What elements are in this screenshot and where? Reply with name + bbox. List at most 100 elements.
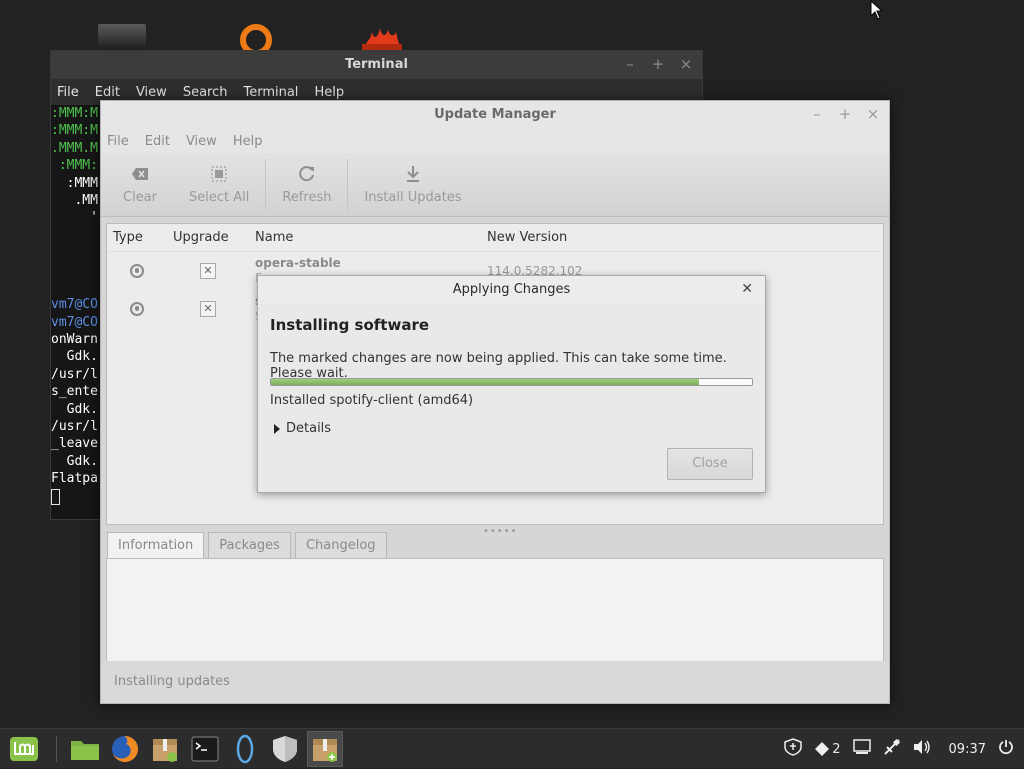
terminal-line: ' — [51, 210, 98, 226]
clear-label: Clear — [123, 190, 157, 205]
install-updates-button[interactable]: Install Updates — [348, 153, 477, 216]
terminal-line: _leave — [51, 436, 98, 452]
update-manager-minimize-icon[interactable]: – — [809, 105, 825, 123]
terminal-line: Gdk. — [51, 401, 98, 417]
upgrade-checkbox[interactable]: ✕ — [200, 301, 216, 317]
refresh-button[interactable]: Refresh — [266, 153, 347, 216]
terminal-line: :MMM: — [51, 158, 98, 174]
package-list-header: Type Upgrade Name New Version — [107, 224, 883, 252]
tab-changelog[interactable]: Changelog — [294, 532, 387, 558]
applying-changes-dialog[interactable]: Applying Changes ✕ Installing software T… — [257, 275, 766, 493]
terminal-menu-view[interactable]: View — [136, 85, 167, 100]
package-installer-icon[interactable] — [147, 731, 183, 767]
column-upgrade[interactable]: Upgrade — [167, 230, 249, 245]
terminal-close-icon[interactable]: × — [678, 55, 694, 73]
um-menu-edit[interactable]: Edit — [145, 134, 170, 149]
details-label: Details — [286, 421, 332, 436]
download-icon — [403, 164, 423, 184]
desktop-firewall-icon[interactable] — [358, 22, 406, 50]
dialog-heading: Installing software — [270, 316, 430, 334]
volume-icon[interactable] — [913, 739, 931, 759]
globe-icon — [130, 264, 144, 278]
upgrade-checkbox[interactable]: ✕ — [200, 263, 216, 279]
package-name: opera-stable — [255, 256, 341, 270]
terminal-menu-terminal[interactable]: Terminal — [243, 85, 298, 100]
terminal-titlebar[interactable]: Terminal – + × — [51, 51, 702, 79]
update-manager-icon[interactable] — [307, 730, 343, 767]
um-menu-help[interactable]: Help — [233, 134, 263, 149]
terminal-minimize-icon[interactable]: – — [622, 55, 638, 73]
terminal-line: :MMM:M — [51, 123, 98, 139]
progress-bar — [270, 378, 753, 386]
firewall-shield-icon[interactable] — [784, 738, 802, 760]
tab-packages[interactable]: Packages — [208, 532, 291, 558]
details-expander[interactable]: Details — [274, 421, 331, 436]
terminal-menu-edit[interactable]: Edit — [95, 85, 120, 100]
expander-arrow-icon — [274, 423, 280, 434]
terminal-maximize-icon[interactable]: + — [650, 55, 666, 73]
files-icon[interactable] — [67, 731, 103, 767]
status-bar: Installing updates — [101, 661, 889, 703]
clock[interactable]: 09:37 — [949, 742, 986, 757]
um-menu-view[interactable]: View — [186, 134, 217, 149]
terminal-line: vm7@CO — [51, 314, 98, 330]
tab-information[interactable]: Information — [107, 532, 205, 559]
refresh-label: Refresh — [282, 190, 332, 205]
um-menu-file[interactable]: File — [107, 134, 129, 149]
shield-icon[interactable] — [267, 731, 303, 767]
select-all-icon — [209, 164, 229, 184]
dialog-titlebar[interactable]: Applying Changes ✕ — [258, 276, 765, 304]
update-manager-close-icon[interactable]: × — [865, 105, 881, 123]
firefox-icon[interactable] — [107, 731, 143, 767]
dialog-close-icon[interactable]: ✕ — [741, 281, 753, 297]
terminal-line: Gdk. — [51, 453, 98, 469]
update-manager-maximize-icon[interactable]: + — [837, 105, 853, 123]
terminal-icon[interactable] — [187, 731, 223, 767]
select-all-button[interactable]: Select All — [173, 153, 265, 216]
clear-button[interactable]: Clear — [107, 153, 173, 216]
terminal-line: s_ente — [51, 384, 98, 400]
update-manager-titlebar[interactable]: Update Manager – + × — [101, 101, 889, 129]
update-count-badge: 2 — [832, 741, 841, 757]
display-icon[interactable] — [852, 739, 871, 759]
desktop-computer-icon[interactable] — [98, 24, 146, 50]
dialog-message: The marked changes are now being applied… — [270, 351, 727, 381]
terminal-line: .MM — [51, 192, 98, 208]
terminal-cursor — [51, 488, 60, 505]
taskbar: 2 09:37 — [0, 728, 1024, 768]
clear-icon — [130, 164, 150, 184]
refresh-icon — [297, 164, 317, 184]
terminal-title: Terminal — [345, 57, 408, 72]
globe-icon — [130, 302, 144, 316]
terminal-line: :MMM — [51, 175, 98, 191]
terminal-line: .MMM.M — [51, 140, 98, 156]
terminal-line: /usr/l — [51, 419, 98, 435]
pane-resize-handle[interactable]: ••••• — [483, 526, 518, 537]
column-type[interactable]: Type — [107, 230, 167, 245]
select-all-label: Select All — [189, 190, 250, 205]
update-notification-icon[interactable]: 2 — [814, 741, 841, 757]
network-icon[interactable] — [883, 738, 901, 760]
desktop-opera-icon[interactable] — [238, 22, 274, 56]
column-name[interactable]: Name — [249, 230, 481, 245]
install-updates-label: Install Updates — [364, 190, 462, 205]
progress-bar-fill — [271, 379, 700, 385]
terminal-line: onWarn — [51, 332, 98, 348]
opera-icon[interactable] — [227, 731, 263, 767]
terminal-line: :MMM:M — [51, 106, 98, 121]
terminal-output[interactable]: :MMM:M:MMM:M .MMM.M :MMM: :MMM .MM ' vm7@C… — [51, 105, 101, 505]
terminal-menu-file[interactable]: File — [57, 85, 79, 100]
column-new-version[interactable]: New Version — [481, 230, 567, 245]
power-icon[interactable] — [998, 739, 1014, 759]
mint-menu-icon[interactable] — [6, 731, 42, 767]
dialog-status: Installed spotify-client (amd64) — [270, 393, 474, 408]
close-button[interactable]: Close — [667, 448, 753, 480]
terminal-line: Flatpa — [51, 471, 98, 487]
terminal-menu-help[interactable]: Help — [314, 85, 344, 100]
information-pane — [106, 558, 884, 662]
terminal-menu-search[interactable]: Search — [183, 85, 228, 100]
